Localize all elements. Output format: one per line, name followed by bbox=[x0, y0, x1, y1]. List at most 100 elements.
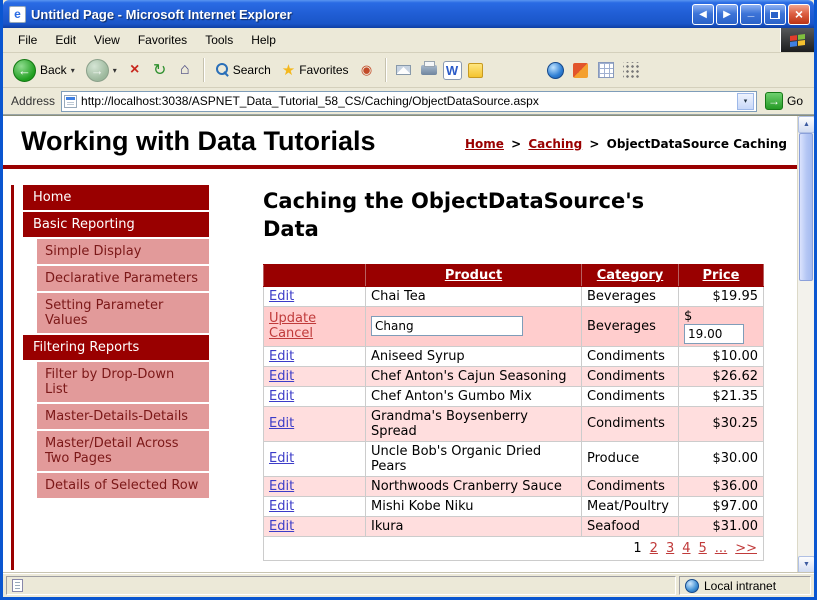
edit-link[interactable]: Edit bbox=[269, 519, 294, 534]
back-button[interactable]: ← Back ▾ bbox=[9, 57, 79, 84]
product-name: Ikura bbox=[371, 519, 404, 534]
sidebar-item[interactable]: Basic Reporting bbox=[23, 212, 209, 237]
pager-link[interactable]: >> bbox=[735, 541, 757, 556]
home-button[interactable]: ⌂ bbox=[174, 59, 196, 81]
price-value: $10.00 bbox=[713, 349, 759, 364]
table-row: Edit Chef Anton's Cajun Seasoning Condim… bbox=[264, 366, 764, 386]
action-cell: Edit bbox=[264, 366, 366, 386]
menu-item[interactable]: File bbox=[9, 29, 46, 51]
favorites-button[interactable]: ★ Favorites bbox=[278, 59, 353, 81]
column-header-link[interactable]: Category bbox=[597, 268, 663, 283]
status-left-pane bbox=[6, 576, 676, 595]
column-header-link[interactable]: Product bbox=[445, 268, 502, 283]
edit-link[interactable]: Edit bbox=[269, 369, 294, 384]
research-button[interactable] bbox=[570, 59, 592, 81]
table-row: Edit Aniseed Syrup Condiments bbox=[264, 346, 764, 366]
breadcrumb-home-link[interactable]: Home bbox=[465, 137, 504, 151]
update-link[interactable]: Update bbox=[269, 311, 316, 326]
product-input[interactable] bbox=[371, 316, 523, 336]
edit-link[interactable]: Edit bbox=[269, 479, 294, 494]
body-row: Home Basic Reporting Simple Display Decl… bbox=[3, 169, 797, 570]
globe-button[interactable] bbox=[545, 59, 567, 81]
edit-link[interactable]: Edit bbox=[269, 451, 294, 466]
cancel-link[interactable]: Cancel bbox=[269, 326, 313, 341]
product-cell: Chef Anton's Cajun Seasoning bbox=[366, 366, 582, 386]
sidebar-item[interactable]: Filter by Drop-Down List bbox=[37, 362, 209, 402]
price-value: $21.35 bbox=[713, 389, 759, 404]
search-button[interactable]: Search bbox=[211, 61, 275, 79]
address-input[interactable] bbox=[81, 94, 733, 108]
product-name: Mishi Kobe Niku bbox=[371, 499, 474, 514]
table-row: Edit Mishi Kobe Niku Meat/Poultry bbox=[264, 496, 764, 516]
status-page-icon bbox=[12, 579, 23, 592]
refresh-button[interactable]: ↻ bbox=[149, 59, 171, 81]
price-cell: $30.00 bbox=[679, 441, 764, 476]
column-header-link[interactable]: Price bbox=[703, 268, 740, 283]
menu-item[interactable]: Favorites bbox=[129, 29, 196, 51]
back-dropdown-icon[interactable]: ▾ bbox=[71, 66, 75, 75]
pager-link[interactable]: 5 bbox=[699, 541, 707, 556]
sidebar-item[interactable]: Filtering Reports bbox=[23, 335, 209, 360]
window-nav-right-button[interactable]: ▶ bbox=[716, 4, 738, 25]
stop-button[interactable]: × bbox=[124, 59, 146, 81]
sidebar-item[interactable]: Declarative Parameters bbox=[37, 266, 209, 291]
table-row: Edit Chef Anton's Gumbo Mix Condiments bbox=[264, 386, 764, 406]
forward-button[interactable]: → ▾ bbox=[82, 57, 121, 84]
sidebar-item[interactable]: Simple Display bbox=[37, 239, 209, 264]
intranet-globe-icon bbox=[685, 579, 699, 593]
edit-link[interactable]: Edit bbox=[269, 499, 294, 514]
address-dropdown-icon[interactable]: ▾ bbox=[737, 93, 754, 110]
search-label: Search bbox=[233, 63, 271, 77]
go-button[interactable]: → Go bbox=[763, 92, 809, 110]
pager-link[interactable]: 4 bbox=[682, 541, 690, 556]
mail-button[interactable] bbox=[393, 59, 415, 81]
grid-dots-icon bbox=[623, 62, 639, 78]
calculator-button[interactable] bbox=[595, 59, 617, 81]
pager-link[interactable]: 2 bbox=[650, 541, 658, 556]
menu-item[interactable]: Help bbox=[242, 29, 285, 51]
breadcrumb: Home > Caching > ObjectDataSource Cachin… bbox=[465, 133, 787, 151]
pager-link[interactable]: ... bbox=[715, 541, 727, 556]
sidebar-item-label: Master-Details-Details bbox=[45, 409, 188, 424]
vertical-scrollbar[interactable]: ▲ ▼ bbox=[797, 116, 814, 573]
edit-link[interactable]: Edit bbox=[269, 416, 294, 431]
window-nav-left-button[interactable]: ◀ bbox=[692, 4, 714, 25]
price-input[interactable] bbox=[684, 324, 744, 344]
grid-header-cell: Product bbox=[366, 264, 582, 286]
pager-link[interactable]: 3 bbox=[666, 541, 674, 556]
edit-link[interactable]: Edit bbox=[269, 349, 294, 364]
scrollbar-track[interactable] bbox=[798, 133, 814, 556]
sidebar-item[interactable]: Setting Parameter Values bbox=[37, 293, 209, 333]
menu-item[interactable]: Edit bbox=[46, 29, 85, 51]
grid-dots-button[interactable] bbox=[620, 59, 642, 81]
sidebar-item[interactable]: Details of Selected Row bbox=[37, 473, 209, 498]
minimize-button[interactable]: _ bbox=[740, 4, 762, 25]
forward-dropdown-icon[interactable]: ▾ bbox=[113, 66, 117, 75]
sidebar-item[interactable]: Home bbox=[23, 185, 209, 210]
close-button[interactable]: × bbox=[788, 4, 810, 25]
sidebar-item-label: Details of Selected Row bbox=[45, 478, 198, 493]
edit-with-word-button[interactable]: W bbox=[443, 61, 462, 80]
messenger-button[interactable] bbox=[465, 59, 487, 81]
print-button[interactable] bbox=[418, 59, 440, 81]
menu-item[interactable]: Tools bbox=[196, 29, 242, 51]
scrollbar-thumb[interactable] bbox=[799, 133, 813, 281]
edit-link[interactable]: Edit bbox=[269, 389, 294, 404]
scroll-up-button[interactable]: ▲ bbox=[798, 116, 814, 133]
restore-button[interactable] bbox=[764, 4, 786, 25]
category-cell: Beverages bbox=[582, 286, 679, 306]
menu-item[interactable]: View bbox=[85, 29, 129, 51]
scroll-down-button[interactable]: ▼ bbox=[798, 556, 814, 573]
browser-window: e Untitled Page - Microsoft Internet Exp… bbox=[0, 0, 817, 600]
price-value: $30.00 bbox=[713, 451, 759, 466]
sidebar-item[interactable]: Master/Detail Across Two Pages bbox=[37, 431, 209, 471]
action-cell: Edit bbox=[264, 496, 366, 516]
sidebar-item[interactable]: Master-Details-Details bbox=[37, 404, 209, 429]
product-cell: Mishi Kobe Niku bbox=[366, 496, 582, 516]
media-button[interactable]: ◉ bbox=[356, 59, 378, 81]
breadcrumb-caching-link[interactable]: Caching bbox=[528, 137, 582, 151]
edit-link[interactable]: Edit bbox=[269, 289, 294, 304]
sidebar-item-label: Master/Detail Across Two Pages bbox=[45, 436, 179, 466]
standard-toolbar: ← Back ▾ → ▾ × ↻ ⌂ Search ★ Favorites ◉ … bbox=[3, 53, 814, 88]
category-cell: Condiments bbox=[582, 476, 679, 496]
